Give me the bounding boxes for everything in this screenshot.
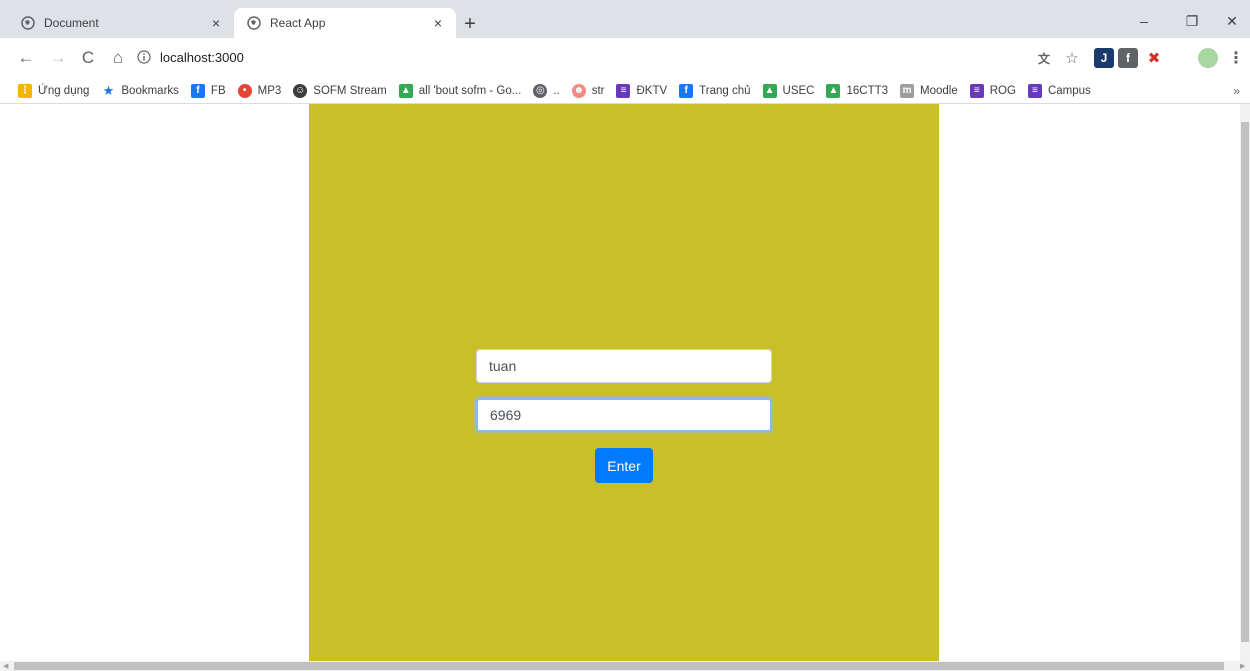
bookmark-sofm-stream[interactable]: ☺ SOFM Stream [293,83,387,98]
bookmark-dktv[interactable]: ≡ ĐKTV [616,83,667,98]
restore-button[interactable]: ❐ [1174,8,1210,34]
bookmark-trang-chu[interactable]: f Trang chủ [679,83,751,98]
bookmark-str[interactable]: ☻ str [571,83,604,98]
bookmark-apps[interactable]: ⋮ Ứng dụng [18,83,89,98]
bookmark-moodle[interactable]: m Moodle [900,83,958,98]
browser-chrome: Document × React App × + – ❐ ✕ ← → C ⌂ l… [0,0,1250,104]
star-icon[interactable]: ☆ [1062,48,1082,68]
globe-icon [246,15,262,31]
reload-button[interactable]: C [76,46,100,70]
page-viewport: tuan 6969 Enter ◀ ▶ [0,104,1250,671]
bookmark-16ctt3[interactable]: ▲ 16CTT3 [826,83,888,98]
close-tab-icon[interactable]: × [428,13,448,33]
tab-document[interactable]: Document × [8,8,234,38]
globe-icon: ◎ [533,83,548,98]
translate-icon[interactable]: 文 [1034,48,1054,68]
bookmarks-overflow-button[interactable]: » [1233,84,1240,98]
horizontal-scroll-thumb[interactable] [14,662,1224,670]
star-icon: ★ [102,82,115,98]
bookmark-bookmarks[interactable]: ★ Bookmarks [101,82,179,98]
j-extension-icon[interactable]: J [1094,48,1114,68]
moodle-icon: m [900,83,915,98]
forward-button[interactable]: → [46,46,70,70]
bookmark-all-bout-sofm[interactable]: ▲ all 'bout sofm - Go... [398,83,521,98]
sofm-icon: ☺ [293,83,308,98]
bookmark-fb[interactable]: f FB [190,83,226,98]
home-button[interactable]: ⌂ [106,46,130,70]
tab-react-app[interactable]: React App × [234,8,456,38]
menu-icon[interactable]: ⋮ [1226,48,1246,68]
tab-title: Document [44,16,99,30]
scroll-left-icon[interactable]: ◀ [3,662,8,670]
list-icon: ≡ [1027,83,1042,98]
drive-icon: ▲ [762,83,777,98]
globe-icon [20,15,36,31]
close-window-button[interactable]: ✕ [1214,8,1250,34]
bookmark-rog[interactable]: ≡ ROG [969,83,1016,98]
close-tab-icon[interactable]: × [206,13,226,33]
facebook-icon: f [190,83,205,98]
password-input[interactable]: 6969 [476,398,772,432]
minimize-button[interactable]: – [1126,8,1162,34]
back-button[interactable]: ← [14,46,38,70]
username-input[interactable]: tuan [476,349,772,383]
vertical-scrollbar[interactable] [1240,104,1250,661]
tab-strip: Document × React App × + – ❐ ✕ [0,0,1250,38]
bookmark-mp3[interactable]: • MP3 [237,83,281,98]
mp3-icon: • [237,83,252,98]
drive-icon: ▲ [398,83,413,98]
info-icon[interactable] [136,49,152,65]
bookmark-campus[interactable]: ≡ Campus [1027,83,1091,98]
list-icon: ≡ [969,83,984,98]
bookmarks-bar: ⋮ Ứng dụng ★ Bookmarks f FB • MP3 ☺ SOFM Stre… [0,78,1250,104]
avatar-icon: ☻ [571,83,586,98]
toolbar: ← → C ⌂ localhost:3000 文 ☆ J f ✖ ⋮ [0,38,1250,78]
tab-title: React App [270,16,326,30]
apps-grid-icon: ⋮ [18,83,32,98]
profile-avatar[interactable] [1198,48,1218,68]
vertical-scroll-thumb[interactable] [1241,122,1249,642]
address-bar[interactable]: localhost:3000 [136,43,1136,71]
facebook-extension-icon[interactable]: f [1118,48,1138,68]
facebook-icon: f [679,83,694,98]
x-extension-icon[interactable]: ✖ [1144,48,1164,68]
bookmark-dots[interactable]: ◎.. [533,83,560,98]
new-tab-button[interactable]: + [458,12,482,36]
scroll-right-icon[interactable]: ▶ [1240,662,1245,670]
horizontal-scrollbar[interactable]: ◀ ▶ [0,661,1250,671]
list-icon: ≡ [616,83,631,98]
bookmark-usec[interactable]: ▲ USEC [762,83,814,98]
enter-button[interactable]: Enter [595,448,653,483]
drive-icon: ▲ [826,83,841,98]
address-text: localhost:3000 [160,49,244,65]
login-panel: tuan 6969 Enter [309,104,939,661]
